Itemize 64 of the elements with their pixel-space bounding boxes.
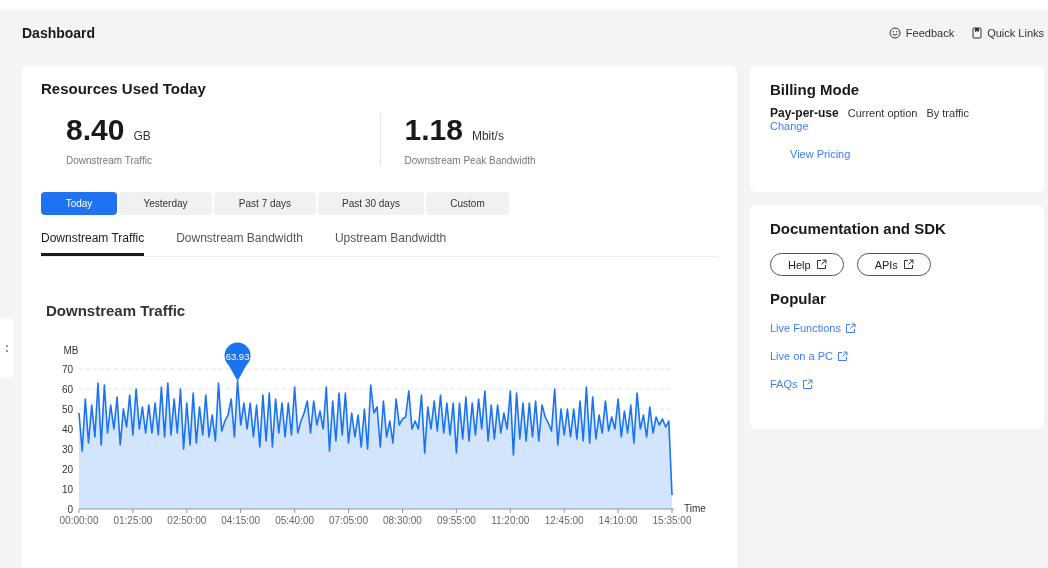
tick-label: 14:10:00 (598, 515, 638, 526)
tick-label: 30 (61, 443, 73, 455)
billing-basis: By traffic (926, 107, 969, 119)
range-button[interactable]: Past 7 days (214, 192, 316, 215)
tick-label: 20 (61, 463, 73, 475)
chart-title: Downstream Traffic (46, 302, 187, 319)
tick-label: 70 (61, 363, 73, 375)
external-link-icon (801, 378, 813, 390)
section-title: Popular (770, 290, 827, 307)
card-title: Resources Used Today (41, 80, 207, 97)
doc-link[interactable]: FAQs (770, 378, 813, 390)
billing-status: Current option (847, 107, 918, 119)
tick-label: 05:40:00 (275, 515, 315, 526)
external-link-icon (902, 259, 914, 270)
card-title: Billing Mode (770, 81, 861, 98)
external-link-icon (844, 322, 856, 334)
card-title: Documentation and SDK (770, 220, 947, 237)
tick-label: 40 (61, 423, 73, 435)
tick-label: 0 (67, 503, 73, 515)
tick-label: 50 (61, 403, 73, 415)
range-button[interactable]: Past 30 days (318, 192, 424, 215)
stat-label: Downstream Traffic (66, 155, 153, 166)
tick-label: 10 (61, 483, 73, 495)
metric-tab[interactable]: Upstream Bandwidth (334, 225, 447, 256)
bookmark-icon (972, 27, 983, 39)
tick-label: 02:50:00 (167, 515, 207, 526)
tick-label: 00:00:00 (59, 515, 99, 526)
tick-label: 12:45:00 (544, 515, 584, 526)
stat-value: 1.18 (404, 113, 463, 147)
doc-link[interactable]: Live on a PC (770, 350, 848, 362)
doc-link[interactable]: Live Functions (770, 322, 856, 334)
external-link-icon (815, 259, 827, 270)
sidebar-toggle[interactable] (0, 318, 14, 378)
doc-button[interactable]: Help (770, 253, 844, 276)
tick-label: 07:05:00 (329, 515, 368, 526)
tick-label: 15:35:00 (652, 515, 692, 526)
header-link[interactable]: Quick Links (972, 27, 1044, 39)
tick-label: 60 (61, 383, 73, 395)
stat-value: 8.40 (66, 113, 125, 147)
smiley-icon (888, 27, 901, 39)
page-title: Dashboard (22, 25, 96, 41)
tick-label: 11:20:00 (491, 515, 530, 526)
tick-label: 04:15:00 (221, 515, 261, 526)
stat-unit: Mbit/s (471, 129, 504, 143)
metric-tab[interactable]: Downstream Bandwidth (176, 225, 303, 256)
tick-label: 09:55:00 (436, 515, 476, 526)
stat-label: Downstream Peak Bandwidth (404, 155, 537, 166)
pin-label: 63.93 (225, 351, 250, 362)
value-pin (224, 342, 251, 381)
pricing-link[interactable]: View Pricing (790, 148, 851, 160)
range-button[interactable]: Custom (426, 192, 509, 215)
axis-unit: MB (63, 345, 79, 356)
metric-tab[interactable]: Downstream Traffic (41, 225, 145, 256)
external-link-icon (837, 350, 848, 362)
billing-mode: Pay-per-use (770, 106, 839, 120)
range-button[interactable]: Today (41, 192, 117, 215)
tick-label: 08:30:00 (383, 515, 422, 526)
change-link[interactable]: Change (770, 120, 809, 132)
range-button[interactable]: Yesterday (119, 192, 212, 215)
tick-label: 01:25:00 (113, 515, 153, 526)
header-link[interactable]: Feedback (888, 27, 955, 39)
doc-button[interactable]: APIs (856, 253, 931, 276)
stat-unit: GB (133, 129, 151, 143)
axis-label: Time (684, 503, 706, 514)
